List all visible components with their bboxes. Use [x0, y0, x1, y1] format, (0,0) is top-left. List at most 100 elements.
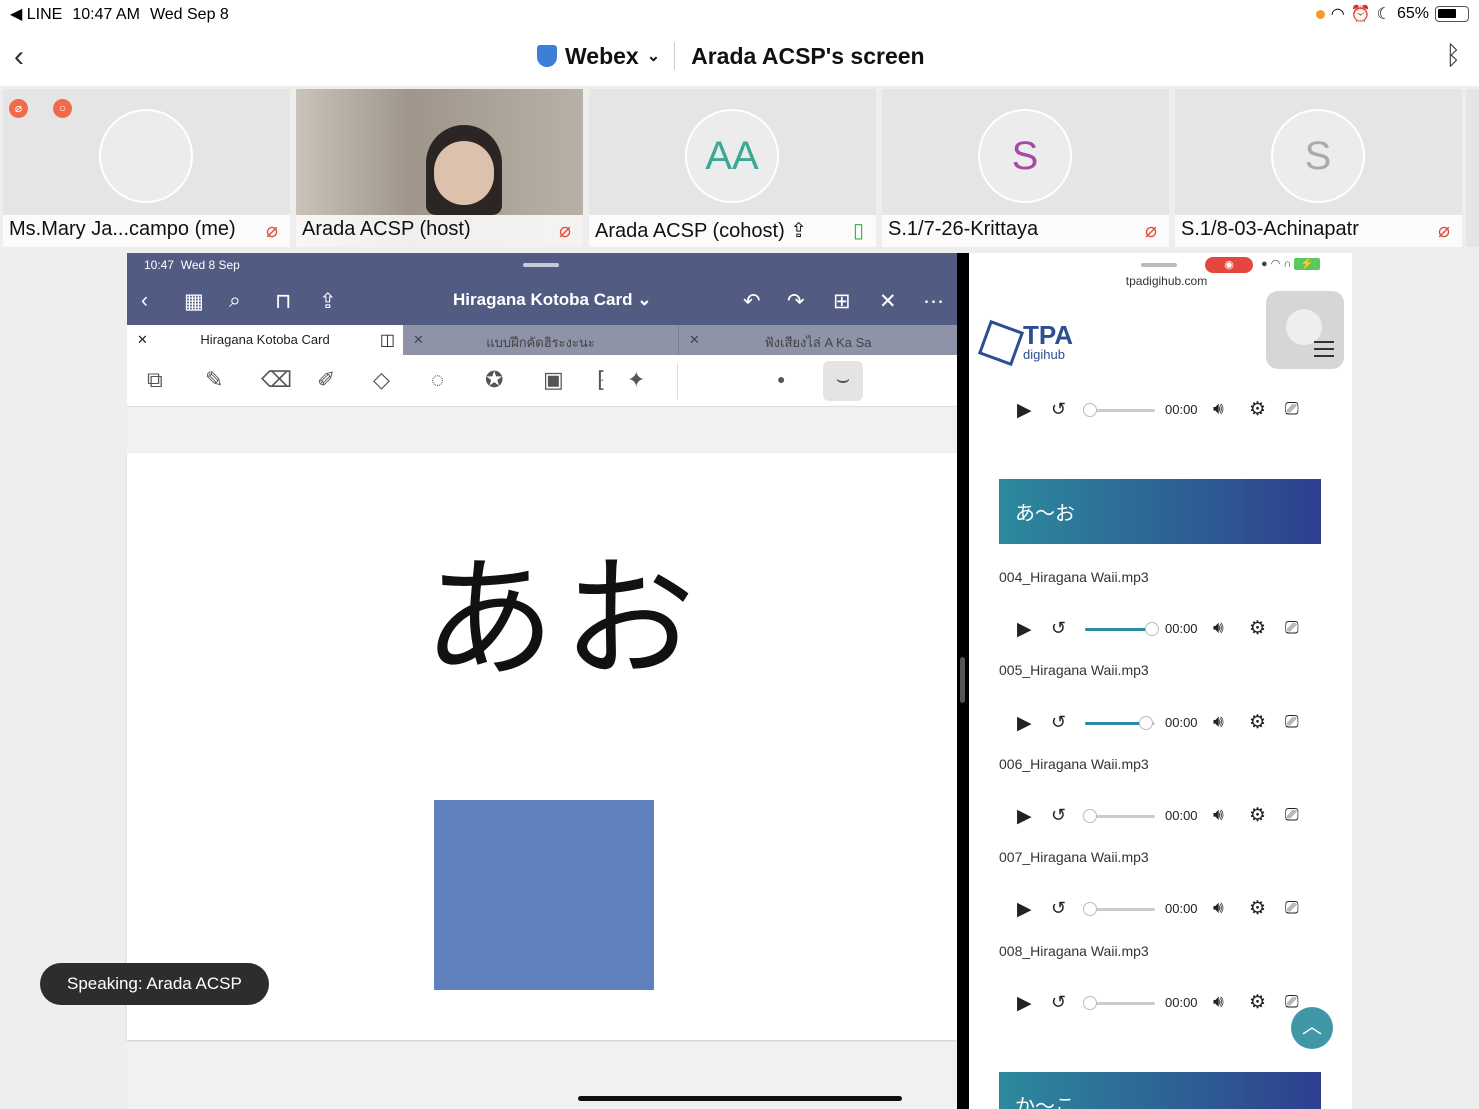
airplay-icon[interactable]: ⎚	[1285, 992, 1299, 1012]
share-icon[interactable]: ⇪	[319, 289, 337, 314]
volume-icon[interactable]: 🔊︎	[1213, 898, 1224, 918]
hamburger-icon[interactable]	[1314, 341, 1334, 357]
sticker-icon[interactable]: ✪	[485, 367, 503, 393]
note-page[interactable]: あお	[127, 453, 957, 1040]
close-tab-icon[interactable]: ✕	[689, 332, 700, 348]
audio-player: ▶ ↺ 00:00 🔊︎ ⚙ ⎚	[1009, 399, 1309, 423]
play-icon[interactable]: ▶	[1017, 805, 1032, 828]
search-icon[interactable]: ⌕	[229, 289, 241, 313]
page-kana-text: あお	[423, 543, 703, 697]
lasso-icon[interactable]: ◌	[431, 367, 444, 393]
tab-hiragana-practice[interactable]: ✕ แบบฝึกคัดฮิระงะนะ	[403, 325, 679, 355]
tab-listen-a-ka-sa[interactable]: ✕ ฟังเสียงไล่ A Ka Sa	[679, 325, 957, 355]
mic-muted-icon: ⌀	[265, 220, 278, 242]
volume-icon[interactable]: 🔊︎	[1213, 618, 1224, 638]
close-tab-icon[interactable]: ✕	[137, 332, 148, 348]
divider-handle[interactable]	[960, 657, 965, 703]
bluetooth-icon[interactable]: ᛒ	[1445, 40, 1461, 71]
gear-icon[interactable]: ⚙	[1249, 991, 1266, 1014]
replay-icon[interactable]: ↺	[1051, 712, 1066, 733]
undo-icon[interactable]: ↶	[743, 289, 761, 314]
document-title[interactable]: Hiragana Kotoba Card ⌄	[453, 290, 651, 310]
gear-icon[interactable]: ⚙	[1249, 897, 1266, 920]
grab-handle[interactable]	[1141, 263, 1177, 267]
progress-slider[interactable]	[1083, 902, 1155, 916]
progress-slider[interactable]	[1085, 716, 1155, 730]
menu-button[interactable]	[1266, 291, 1344, 369]
airplay-icon[interactable]: ⎚	[1285, 618, 1299, 638]
slider-knob[interactable]	[1083, 902, 1097, 916]
gear-icon[interactable]: ⚙	[1249, 617, 1266, 640]
participant-tile[interactable]: Arada ACSP (host) ⌀	[296, 89, 583, 247]
back-to-app[interactable]: ◀ LINE	[10, 6, 62, 23]
gear-icon[interactable]: ⚙	[1249, 711, 1266, 734]
replay-icon[interactable]: ↺	[1051, 805, 1066, 826]
volume-icon[interactable]: 🔊︎	[1213, 399, 1224, 419]
chevron-down-icon[interactable]: ⌄	[647, 46, 660, 66]
highlighter-icon[interactable]: ✐	[317, 367, 335, 393]
eraser-icon[interactable]: ⌫	[261, 367, 292, 393]
play-icon[interactable]: ▶	[1017, 712, 1032, 735]
slider-knob[interactable]	[1083, 809, 1097, 823]
redo-icon[interactable]: ↷	[787, 289, 805, 314]
play-icon[interactable]: ▶	[1017, 399, 1032, 422]
back-chevron-icon[interactable]: ‹	[14, 40, 24, 74]
participant-tile[interactable]: AA Arada ACSP (cohost) ⇪ ▯	[589, 89, 876, 247]
assistive-touch-icon[interactable]	[1286, 309, 1322, 345]
gear-icon[interactable]: ⚙	[1249, 398, 1266, 421]
player-time: 00:00	[1165, 402, 1198, 417]
play-icon[interactable]: ▶	[1017, 898, 1032, 921]
airplay-icon[interactable]: ⎚	[1285, 712, 1299, 732]
more-icon[interactable]: ⋯	[923, 289, 944, 314]
replay-icon[interactable]: ↺	[1051, 399, 1066, 420]
close-tab-icon[interactable]: ✕	[413, 332, 424, 348]
shapes-icon[interactable]: ◇	[373, 367, 390, 393]
play-icon[interactable]: ▶	[1017, 992, 1032, 1015]
slider-knob[interactable]	[1145, 622, 1159, 636]
slider-knob[interactable]	[1138, 716, 1153, 730]
participant-tile-partial[interactable]	[1466, 89, 1479, 247]
progress-slider[interactable]	[1085, 622, 1159, 636]
play-icon[interactable]: ▶	[1017, 618, 1032, 641]
participant-tile[interactable]: S S.1/8-03-Achinapatr ⌀	[1175, 89, 1462, 247]
laser-pointer-icon[interactable]: ✦	[627, 367, 645, 393]
scroll-to-top-button[interactable]: ︿	[1291, 1007, 1333, 1049]
volume-icon[interactable]: 🔊︎	[1213, 712, 1224, 732]
bookmark-icon[interactable]: ⊓	[275, 289, 291, 314]
progress-slider[interactable]	[1083, 403, 1155, 417]
participant-tile[interactable]: ⌀ ○ Ms.Mary Ja...campo (me) ⌀	[3, 89, 290, 247]
split-view-divider[interactable]	[957, 253, 969, 1109]
grid-icon[interactable]: ▦	[184, 289, 204, 314]
grab-handle[interactable]	[523, 263, 559, 267]
airplay-icon[interactable]: ⎚	[1285, 399, 1299, 419]
tab-hiragana-kotoba-card[interactable]: ✕ Hiragana Kotoba Card ◫	[127, 325, 403, 355]
stroke-style-icon[interactable]: ⌣	[823, 361, 863, 401]
progress-slider[interactable]	[1083, 809, 1155, 823]
image-icon[interactable]: ▣	[543, 367, 564, 393]
close-icon[interactable]: ✕	[879, 289, 897, 314]
reader-icon[interactable]: ⧉	[147, 367, 163, 393]
add-page-icon[interactable]: ⊞	[833, 289, 851, 314]
url-label[interactable]: tpadigihub.com	[969, 274, 1352, 288]
tpa-logo[interactable]: TPA digihub	[977, 319, 1073, 366]
replay-icon[interactable]: ↺	[1051, 992, 1066, 1013]
text-icon[interactable]: ⁅	[597, 367, 606, 393]
replay-icon[interactable]: ↺	[1051, 618, 1066, 639]
airplay-icon[interactable]: ⎚	[1285, 898, 1299, 918]
app-name-dropdown[interactable]: Webex	[565, 43, 639, 70]
slider-knob[interactable]	[1083, 403, 1097, 417]
volume-icon[interactable]: 🔊︎	[1213, 992, 1224, 1012]
participant-tile[interactable]: S S.1/7-26-Krittaya ⌀	[882, 89, 1169, 247]
blue-card-shape[interactable]	[434, 800, 654, 990]
pen-icon[interactable]: ✎	[205, 367, 223, 393]
airplay-icon[interactable]: ⎚	[1285, 805, 1299, 825]
clock: 10:47 AM	[72, 6, 140, 23]
back-chevron-icon[interactable]: ‹	[141, 289, 148, 313]
progress-slider[interactable]	[1083, 996, 1155, 1010]
volume-icon[interactable]: 🔊︎	[1213, 805, 1224, 825]
slider-knob[interactable]	[1083, 996, 1097, 1010]
gear-icon[interactable]: ⚙	[1249, 804, 1266, 827]
split-icon[interactable]: ◫	[380, 330, 395, 350]
dot-size-icon[interactable]: ●	[777, 371, 785, 387]
replay-icon[interactable]: ↺	[1051, 898, 1066, 919]
